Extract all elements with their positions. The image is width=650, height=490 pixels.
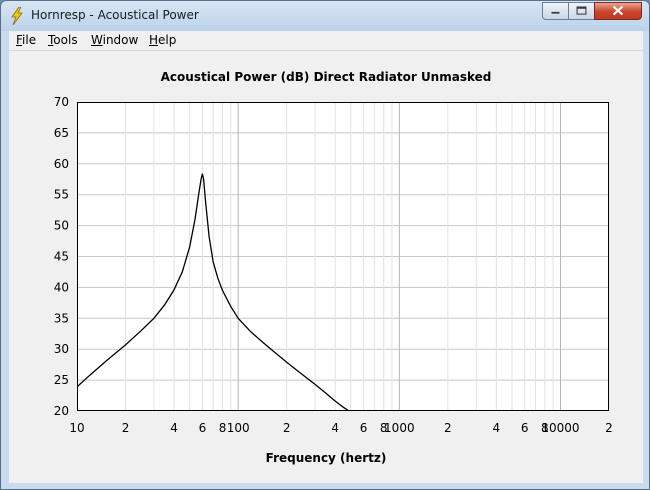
menu-tools[interactable]: Tools bbox=[48, 33, 78, 47]
window-title: Hornresp - Acoustical Power bbox=[31, 8, 199, 22]
close-icon bbox=[612, 5, 624, 16]
app-window: Hornresp - Acoustical Power File Tools W… bbox=[0, 0, 650, 490]
y-tick-label: 45 bbox=[54, 250, 69, 264]
menu-bar: File Tools Window Help bbox=[9, 31, 643, 51]
x-tick-label: 6 bbox=[360, 421, 368, 435]
y-tick-label: 20 bbox=[54, 404, 69, 418]
x-tick-label: 2 bbox=[283, 421, 291, 435]
x-tick-label: 100 bbox=[227, 421, 250, 435]
y-tick-label: 40 bbox=[54, 280, 69, 294]
y-tick-label: 55 bbox=[54, 188, 69, 202]
x-tick-label: 2 bbox=[444, 421, 452, 435]
acoustical-power-plot: 706560555045403530252010 2 4 6 8 100 2 4 6 81000 2… bbox=[54, 95, 613, 435]
y-tick-label: 25 bbox=[54, 373, 69, 387]
chart-area: Acoustical Power (dB) Direct Radiator Un… bbox=[9, 51, 643, 483]
x-tick-label: 4 bbox=[331, 421, 339, 435]
x-tick-label: 4 bbox=[493, 421, 501, 435]
y-tick-label: 30 bbox=[54, 342, 69, 356]
maximize-icon bbox=[576, 6, 587, 15]
lightning-bolt-icon bbox=[11, 7, 23, 25]
close-button[interactable] bbox=[594, 2, 642, 20]
minimize-button[interactable] bbox=[542, 2, 569, 20]
x-tick-label: 10 bbox=[69, 421, 84, 435]
y-tick-label: 50 bbox=[54, 219, 69, 233]
x-axis-label: Frequency (hertz) bbox=[265, 451, 387, 465]
maximize-button[interactable] bbox=[568, 2, 595, 20]
y-tick-label: 60 bbox=[54, 157, 69, 171]
minimize-icon bbox=[551, 11, 560, 14]
y-tick-label: 70 bbox=[54, 95, 69, 109]
x-tick-label: 10000 bbox=[541, 421, 579, 435]
y-tick-label: 35 bbox=[54, 311, 69, 325]
x-tick-label: 2 bbox=[122, 421, 130, 435]
y-tick-label: 65 bbox=[54, 126, 69, 140]
x-tick-label: 4 bbox=[170, 421, 178, 435]
x-tick-label: 6 bbox=[199, 421, 207, 435]
x-tick-label: 6 bbox=[521, 421, 529, 435]
title-bar[interactable]: Hornresp - Acoustical Power bbox=[1, 1, 649, 31]
x-tick-label: 1000 bbox=[384, 421, 415, 435]
x-tick-label: 8 bbox=[219, 421, 227, 435]
x-tick-label: 2 bbox=[605, 421, 613, 435]
menu-help[interactable]: Help bbox=[149, 33, 176, 47]
menu-window[interactable]: Window bbox=[91, 33, 138, 47]
menu-file[interactable]: File bbox=[16, 33, 36, 47]
